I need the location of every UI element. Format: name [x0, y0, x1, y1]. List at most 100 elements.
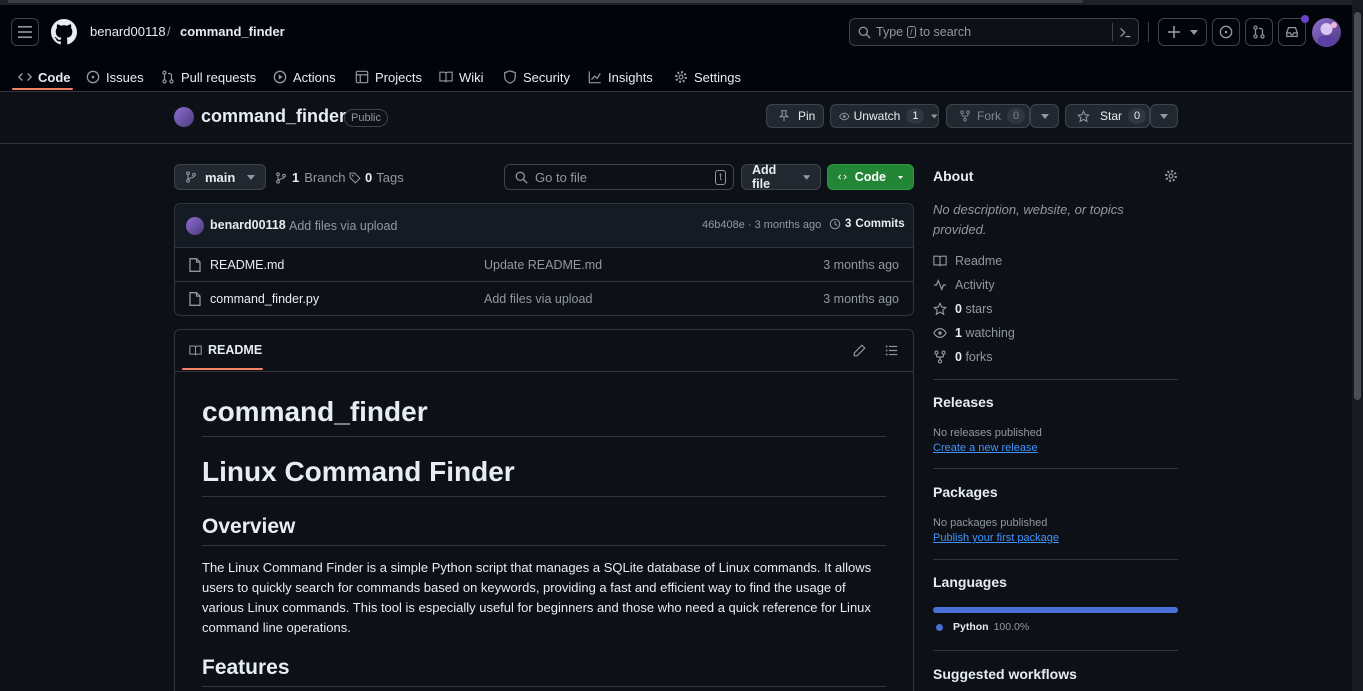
chevron-down-icon	[1189, 29, 1198, 35]
user-avatar[interactable]	[1312, 18, 1341, 47]
tab-security[interactable]: Security	[503, 61, 570, 93]
pin-button[interactable]: Pin	[766, 104, 824, 128]
packages-heading[interactable]: Packages	[933, 484, 1178, 500]
tab-settings[interactable]: Settings	[674, 61, 741, 93]
star-button[interactable]: Star 0	[1065, 104, 1150, 128]
repo-name-link[interactable]: command_finder	[180, 24, 285, 39]
history-icon	[829, 218, 841, 230]
tab-projects[interactable]: Projects	[355, 61, 422, 93]
tab-projects-label: Projects	[375, 69, 422, 85]
repo-forked-icon	[960, 110, 970, 122]
file-row[interactable]: README.md Update README.md 3 months ago	[175, 248, 913, 282]
search-shortcut-key: /	[907, 26, 916, 38]
branch-count-label: Branch	[304, 170, 346, 185]
language-percent: 100.0%	[993, 621, 1030, 633]
tab-actions-label: Actions	[293, 69, 336, 85]
command-palette-icon[interactable]	[1119, 26, 1132, 39]
search-input[interactable]: Type / to search	[849, 18, 1139, 46]
file-name[interactable]: command_finder.py	[210, 292, 319, 306]
about-watching-link[interactable]: 1 watching	[933, 321, 1178, 345]
latest-commit-row: benard00118 Add files via upload 46b408e…	[175, 204, 913, 248]
about-activity-link[interactable]: Activity	[933, 273, 1178, 297]
repo-title-bar: command_finder Public Pin Unwatch 1 Fork…	[0, 92, 1352, 144]
gear-icon	[675, 71, 687, 83]
commit-message[interactable]: Add files via upload	[289, 219, 397, 233]
branch-count: 1	[292, 170, 300, 185]
repo-title[interactable]: command_finder	[201, 106, 346, 127]
sidebar-divider	[933, 379, 1178, 380]
tab-security-label: Security	[523, 69, 570, 85]
file-commit-message[interactable]: Add files via upload	[484, 292, 592, 306]
add-file-button[interactable]: Add file	[741, 163, 821, 191]
branches-link[interactable]: 1 Branch	[275, 170, 345, 185]
graph-icon	[588, 71, 601, 84]
releases-heading[interactable]: Releases	[933, 394, 1178, 410]
languages-section: Languages Python 100.0%	[933, 574, 1178, 633]
chevron-down-icon	[802, 174, 810, 180]
issue-opened-icon	[1219, 25, 1233, 39]
tab-pull-requests[interactable]: Pull requests	[161, 61, 256, 93]
hamburger-menu-button[interactable]	[11, 18, 39, 46]
tab-issues-label: Issues	[106, 69, 144, 85]
tag-icon	[349, 172, 361, 184]
page-scrollbar[interactable]	[1352, 0, 1363, 691]
file-name[interactable]: README.md	[210, 258, 284, 272]
git-pull-request-icon	[1253, 25, 1265, 39]
about-description: No description, website, or topics provi…	[933, 202, 1124, 237]
about-readme-link[interactable]: Readme	[933, 249, 1178, 273]
code-dropdown-button[interactable]: Code	[827, 164, 914, 190]
packages-section: Packages No packages published Publish y…	[933, 484, 1178, 544]
file-row[interactable]: command_finder.py Add files via upload 3…	[175, 282, 913, 315]
tag-count: 0	[365, 170, 373, 185]
search-placeholder-suffix: to search	[919, 25, 972, 39]
create-release-link[interactable]: Create a new release	[933, 442, 1178, 454]
tab-wiki[interactable]: Wiki	[439, 61, 484, 93]
readme-features-heading: Features	[202, 656, 886, 687]
commits-history-link[interactable]: 3 Commits	[829, 218, 905, 230]
top-scroll-thumb[interactable]	[8, 0, 1083, 3]
publish-package-link[interactable]: Publish your first package	[933, 532, 1178, 544]
star-count: 0	[1128, 108, 1147, 124]
tab-insights[interactable]: Insights	[588, 61, 653, 93]
readme-tab[interactable]: README	[189, 343, 262, 357]
gear-icon[interactable]	[1164, 169, 1178, 183]
list-unordered-icon[interactable]	[885, 344, 898, 357]
star-dropdown-button[interactable]	[1150, 104, 1178, 128]
github-logo-icon[interactable]	[51, 19, 77, 45]
go-to-file-placeholder: Go to file	[535, 170, 588, 185]
fork-dropdown-button[interactable]	[1030, 104, 1059, 128]
file-commit-message[interactable]: Update README.md	[484, 258, 602, 272]
about-forks-link[interactable]: 0 forks	[933, 345, 1178, 369]
fork-button[interactable]: Fork 0	[946, 104, 1030, 128]
commits-count: 3	[845, 218, 852, 230]
pull-requests-button[interactable]	[1245, 18, 1273, 46]
tab-actions[interactable]: Actions	[273, 61, 336, 93]
chevron-down-icon	[247, 174, 256, 180]
book-icon	[189, 345, 202, 355]
create-new-button[interactable]	[1158, 18, 1207, 46]
go-to-file-input[interactable]: Go to file t	[504, 164, 734, 190]
tags-link[interactable]: 0 Tags	[349, 170, 404, 185]
language-python[interactable]: Python 100.0%	[933, 621, 1178, 633]
pencil-icon[interactable]	[853, 344, 866, 357]
commit-hash-time[interactable]: 46b408e · 3 months ago	[702, 219, 821, 231]
scrollbar-thumb[interactable]	[1354, 12, 1361, 400]
language-name: Python	[953, 621, 989, 633]
search-placeholder-prefix: Type	[876, 25, 904, 39]
stars-count: 0	[955, 302, 962, 316]
readme-content: command_finder Linux Command Finder Over…	[202, 396, 886, 687]
code-button-label: Code	[854, 170, 886, 184]
visibility-badge: Public	[344, 109, 388, 127]
inbox-button[interactable]	[1278, 15, 1309, 46]
book-icon	[439, 71, 453, 83]
tab-issues[interactable]: Issues	[86, 61, 144, 93]
commit-author-avatar[interactable]	[186, 217, 204, 235]
owner-link[interactable]: benard00118	[90, 24, 166, 39]
readme-header: README	[175, 330, 913, 372]
issues-button[interactable]	[1212, 18, 1240, 46]
about-stars-link[interactable]: 0 stars	[933, 297, 1178, 321]
watch-button[interactable]: Unwatch 1	[830, 104, 939, 128]
code-icon	[18, 73, 32, 81]
commit-author[interactable]: benard00118	[210, 218, 286, 232]
branch-selector[interactable]: main	[174, 164, 267, 190]
